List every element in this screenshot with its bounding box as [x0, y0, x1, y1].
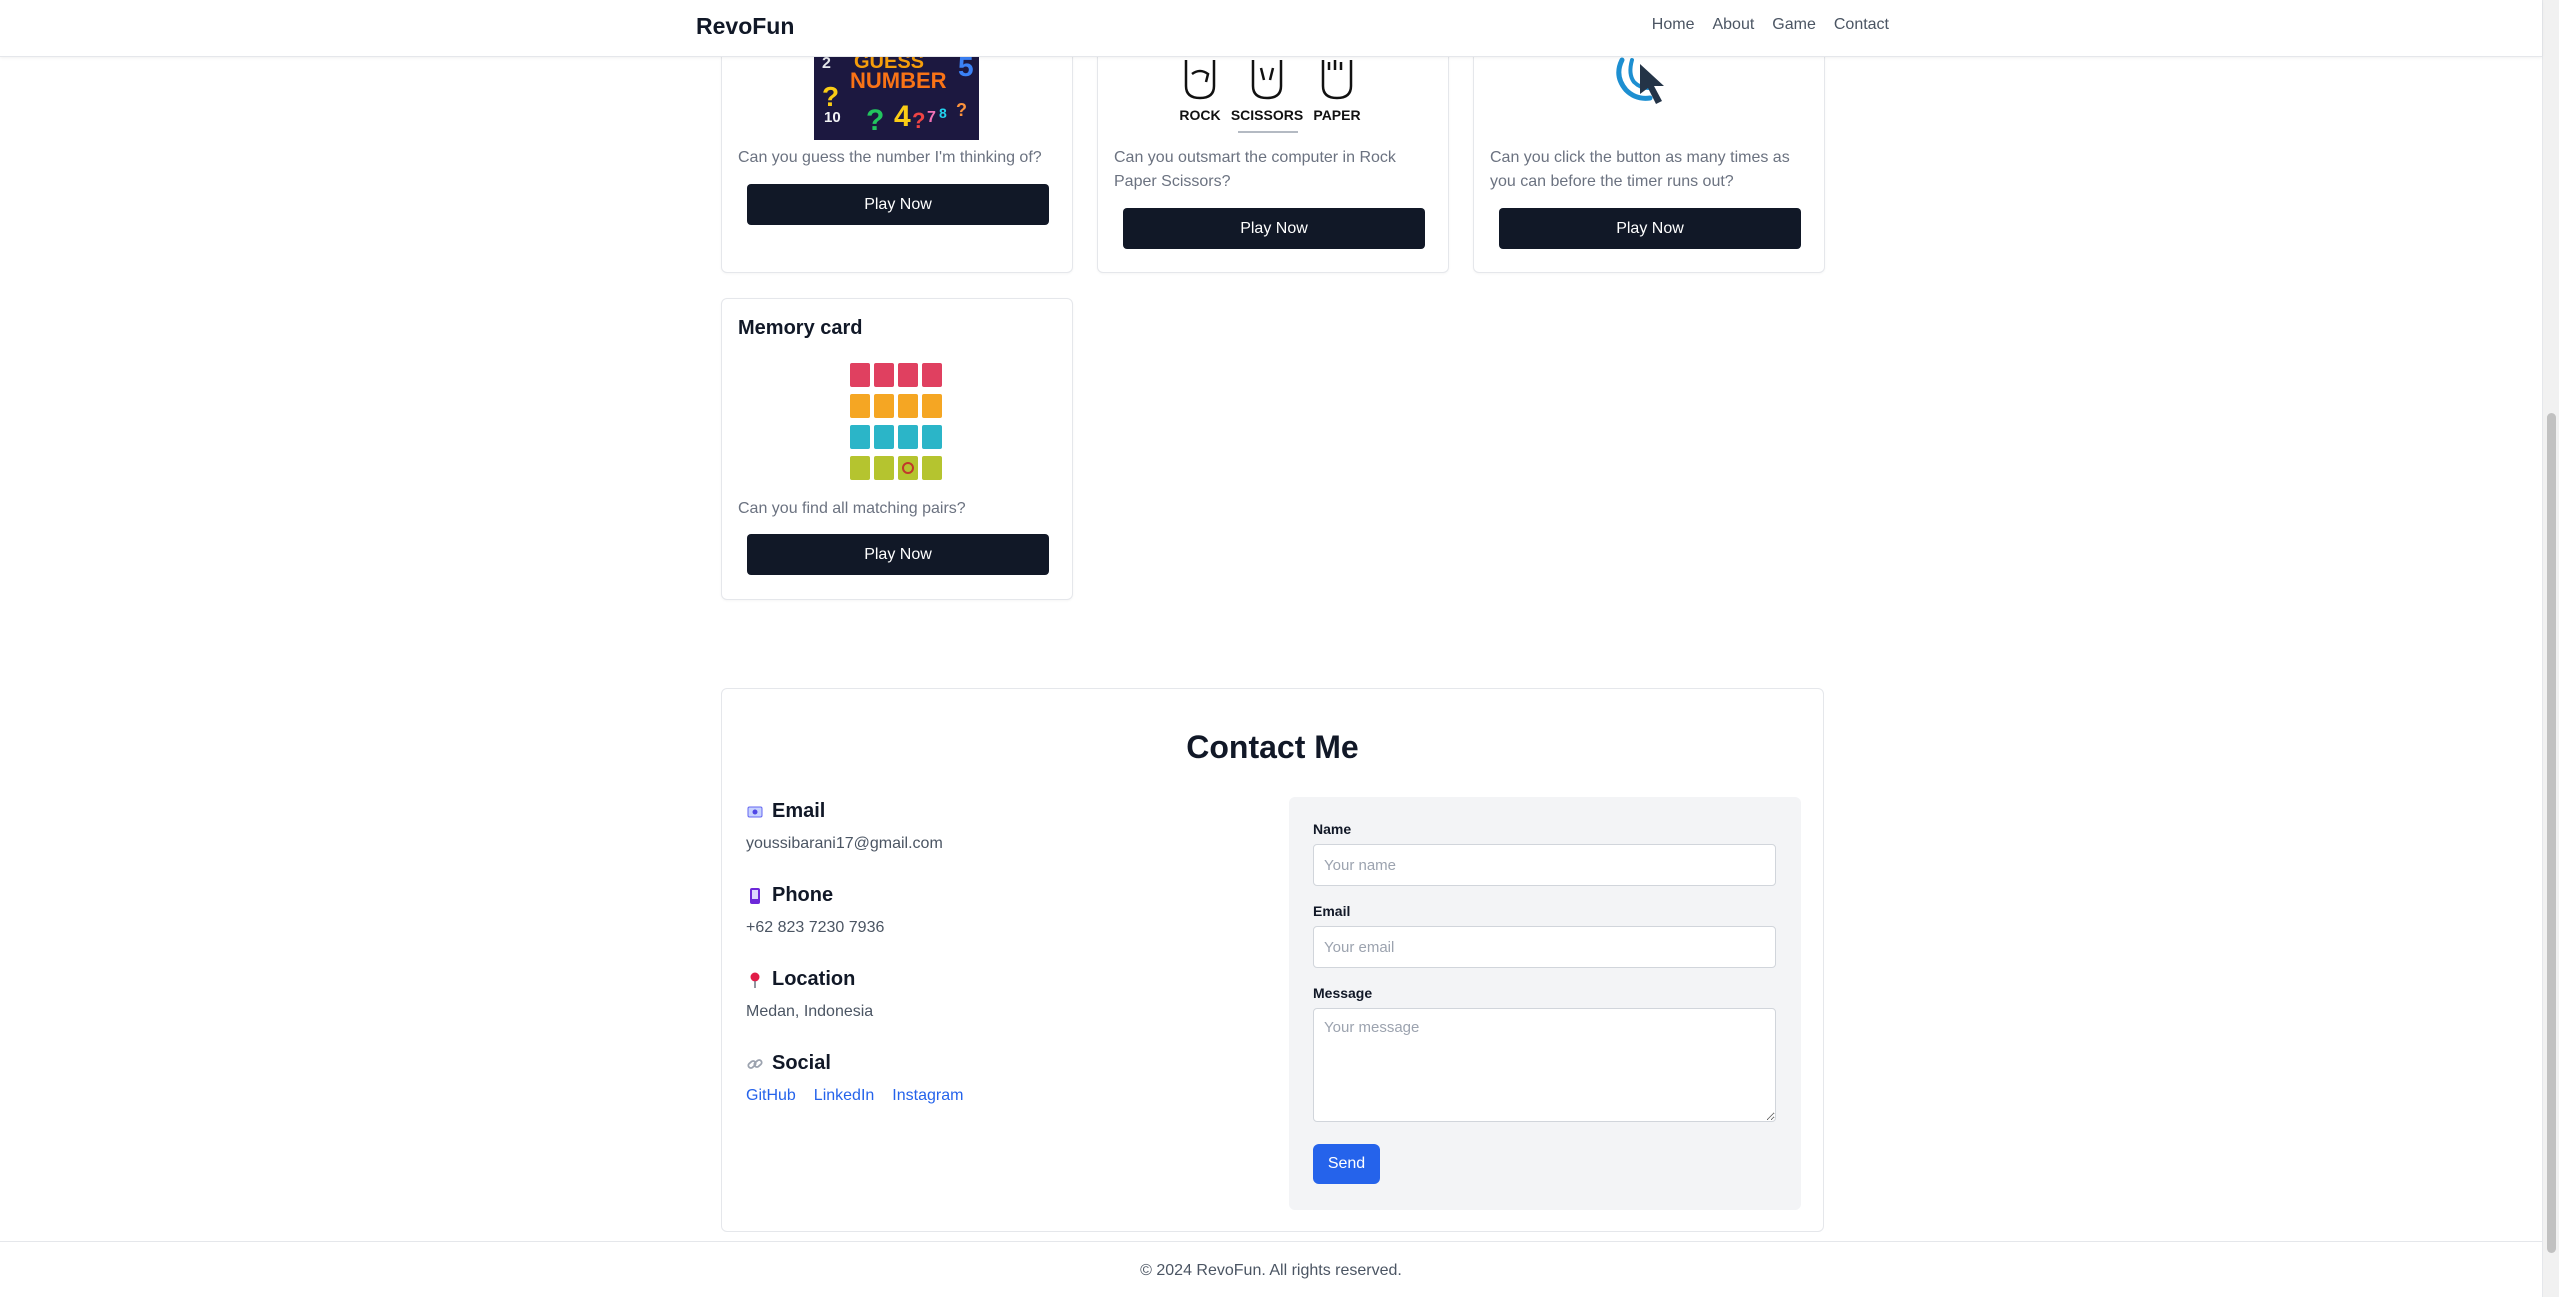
contact-section: Contact Me Email youssibarani17@gmail.co… [721, 688, 1824, 1232]
contact-phone: Phone +62 823 7230 7936 [746, 884, 884, 937]
scissors-hand-icon [1251, 60, 1283, 100]
phone-icon [746, 887, 764, 905]
paper-label: PAPER [1313, 107, 1360, 123]
instagram-link[interactable]: Instagram [892, 1087, 963, 1105]
email-label: Email [1313, 903, 1351, 919]
github-link[interactable]: GitHub [746, 1087, 796, 1105]
guess-question-mark-4: ? [956, 100, 967, 120]
game-card-rock-paper-scissors: ROCK SCISSORS PAPER Can you outsmart the… [1097, 52, 1449, 273]
footer-copyright: © 2024 RevoFun. All rights reserved. [1140, 1262, 1402, 1279]
card-description: Can you click the button as many times a… [1490, 149, 1790, 190]
message-label: Message [1313, 985, 1373, 1001]
guess-digit-e: 7 [927, 109, 936, 126]
guess-digit-a: 2 [822, 56, 831, 72]
memory-card-image [850, 363, 942, 480]
contact-email: Email youssibarani17@gmail.com [746, 800, 943, 853]
envelope-icon [746, 803, 764, 821]
phone-heading-row: Phone [746, 884, 884, 907]
phone-value: +62 823 7230 7936 [746, 919, 885, 936]
contact-location: Location Medan, Indonesia [746, 968, 873, 1021]
card-description: Can you outsmart the computer in Rock Pa… [1114, 149, 1396, 190]
page-scrollbar[interactable] [2542, 0, 2559, 1297]
card-title: Memory card [738, 317, 863, 339]
send-button[interactable]: Send [1313, 1144, 1380, 1184]
contact-form: Name Email Message Send [1289, 797, 1801, 1210]
email-input[interactable] [1313, 926, 1776, 968]
linkedin-link[interactable]: LinkedIn [814, 1087, 875, 1105]
scissors-label: SCISSORS [1231, 107, 1303, 123]
game-card-guess-number: GUESS NUMBER 2 5 10 4 7 8 ? ? ? ? Can yo… [721, 52, 1073, 273]
card-description: Can you guess the number I'm thinking of… [738, 149, 1042, 166]
guess-number-graphic: GUESS NUMBER 2 5 10 4 7 8 ? ? ? ? [814, 56, 979, 140]
rock-paper-scissors-image: ROCK SCISSORS PAPER [1179, 60, 1361, 133]
play-now-button[interactable]: Play Now [1123, 208, 1425, 249]
play-now-button[interactable]: Play Now [747, 184, 1049, 225]
rock-label: ROCK [1179, 107, 1220, 123]
game-card-memory: Memory card Can you find all matching pa… [721, 298, 1073, 600]
location-value: Medan, Indonesia [746, 1003, 874, 1020]
nav-home[interactable]: Home [1652, 16, 1695, 34]
nav-game[interactable]: Game [1772, 16, 1816, 34]
social-heading: Social [772, 1052, 831, 1074]
rock-hand-icon [1184, 60, 1216, 100]
email-value: youssibarani17@gmail.com [746, 835, 943, 852]
footer: © 2024 RevoFun. All rights reserved. [0, 1241, 2542, 1297]
nav-contact[interactable]: Contact [1834, 16, 1889, 34]
contact-title: Contact Me [1186, 729, 1359, 765]
location-heading-row: Location [746, 968, 873, 991]
play-now-button[interactable]: Play Now [1499, 208, 1801, 249]
guess-number-image: GUESS NUMBER 2 5 10 4 7 8 ? ? ? ? [814, 56, 979, 140]
game-card-click-speed: Can you click the button as many times a… [1473, 52, 1825, 273]
email-heading-row: Email [746, 800, 943, 823]
email-heading: Email [772, 800, 826, 822]
name-label: Name [1313, 821, 1352, 837]
card-description: Can you find all matching pairs? [738, 500, 966, 517]
social-heading-row: Social [746, 1052, 963, 1075]
social-links: GitHub LinkedIn Instagram [746, 1087, 963, 1105]
nav-about[interactable]: About [1712, 16, 1754, 34]
guess-question-mark-2: ? [866, 104, 884, 137]
nav-links: Home About Game Contact [1652, 16, 1889, 34]
guess-digit-d: 4 [894, 100, 911, 133]
location-heading: Location [772, 968, 856, 990]
message-textarea[interactable] [1313, 1008, 1776, 1122]
guess-title-line2: NUMBER [850, 68, 947, 93]
paper-hand-icon [1321, 60, 1353, 100]
phone-heading: Phone [772, 884, 834, 906]
name-input[interactable] [1313, 844, 1776, 886]
guess-question-mark-3: ? [912, 108, 925, 133]
brand-logo[interactable]: RevoFun [696, 13, 794, 40]
play-now-button[interactable]: Play Now [747, 534, 1049, 575]
guess-digit-f: 8 [939, 105, 947, 121]
pin-icon [746, 971, 764, 989]
link-icon [746, 1055, 764, 1073]
scrollbar-thumb[interactable] [2547, 413, 2556, 1253]
guess-question-mark: ? [822, 81, 839, 112]
contact-social: Social GitHub LinkedIn Instagram [746, 1052, 963, 1105]
cursor-click-icon [1616, 57, 1664, 104]
navbar: RevoFun Home About Game Contact [0, 0, 2542, 57]
guess-digit-b: 5 [958, 56, 974, 82]
memory-grid-graphic [850, 363, 942, 480]
